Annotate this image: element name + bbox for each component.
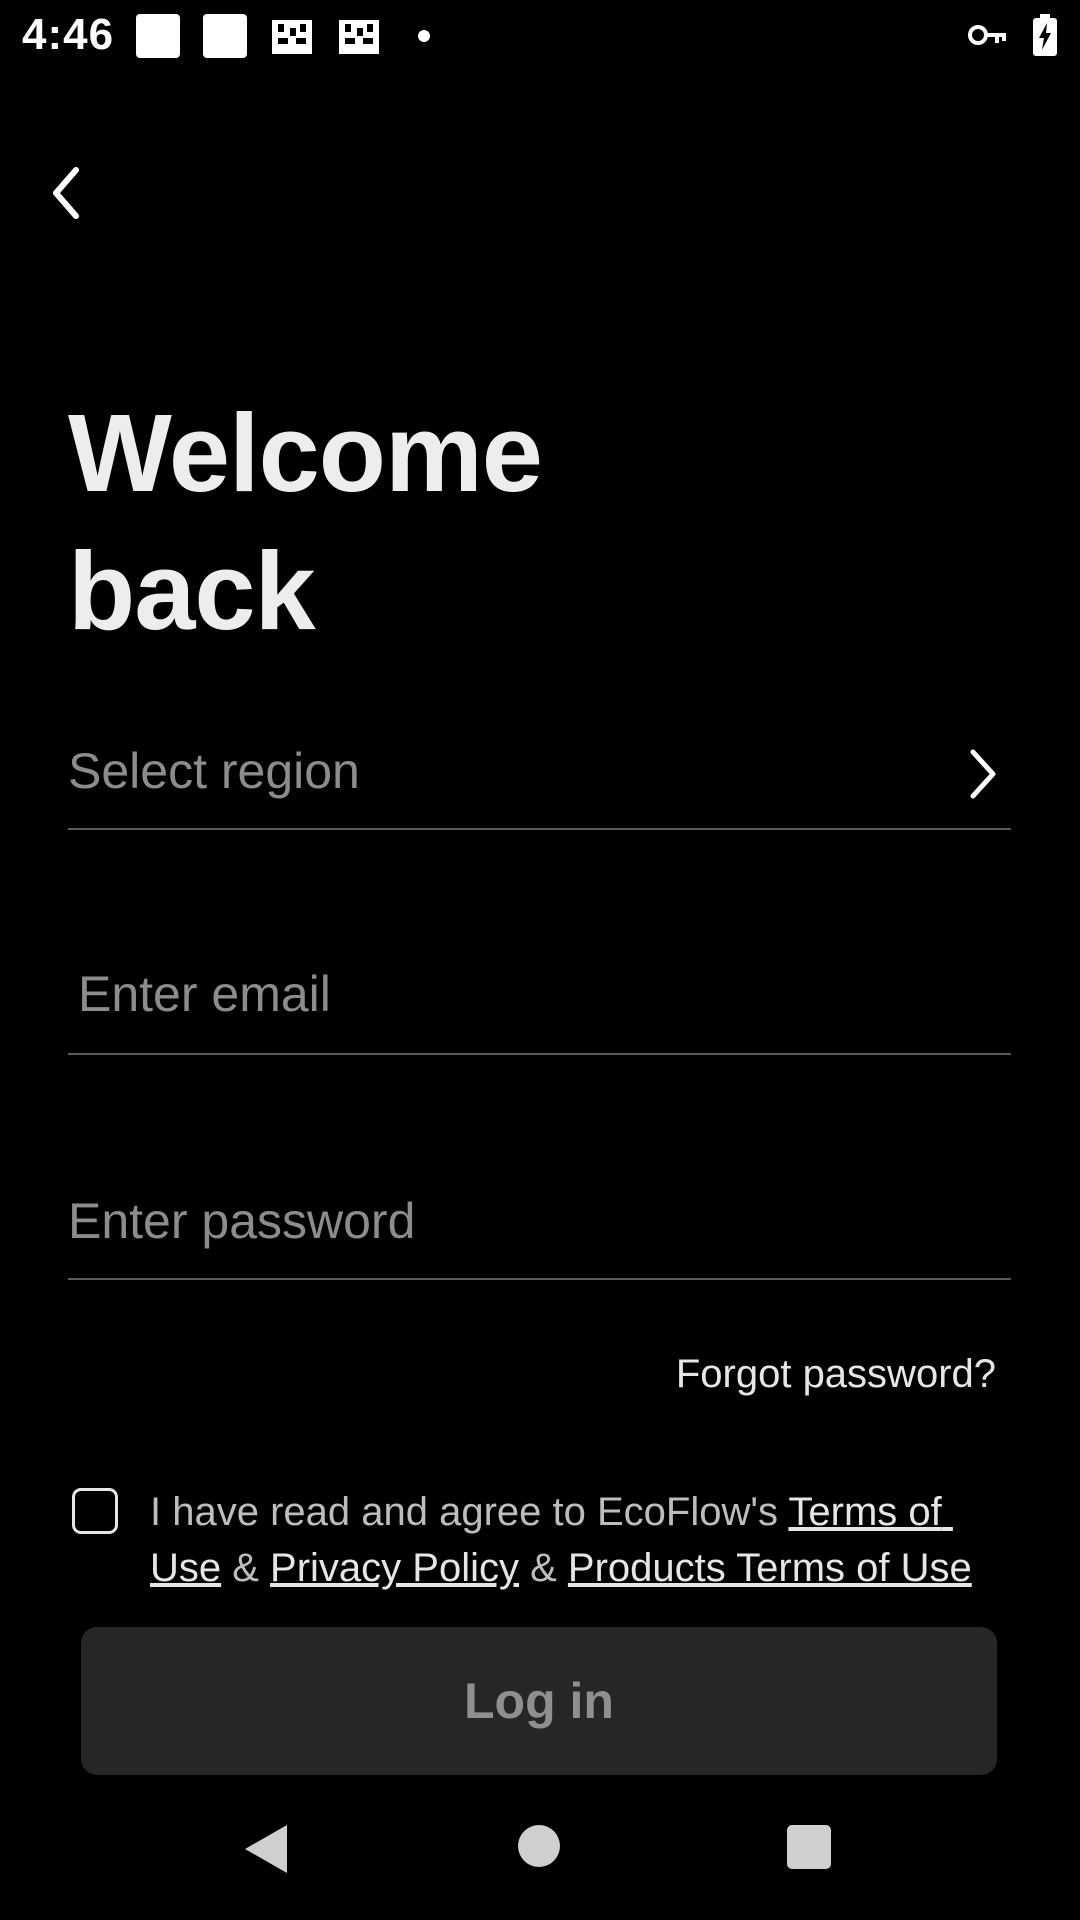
privacy-policy-link[interactable]: Privacy Policy [270, 1546, 519, 1590]
region-selector[interactable]: Select region [68, 720, 1011, 830]
status-time: 4:46 [22, 10, 115, 59]
login-button[interactable]: Log in [81, 1627, 997, 1775]
email-placeholder: Enter email [78, 966, 331, 1022]
agreement-text: I have read and agree to EcoFlow's Terms… [150, 1484, 1020, 1596]
nav-recents-icon[interactable] [787, 1825, 831, 1869]
agreement-prefix: I have read and agree to EcoFlow's [150, 1490, 789, 1534]
password-placeholder: Enter password [68, 1193, 416, 1249]
back-button[interactable] [36, 158, 96, 228]
nav-home-icon[interactable] [518, 1825, 560, 1867]
app-notification-icon [272, 20, 312, 54]
nav-back-icon[interactable] [243, 1823, 289, 1875]
region-placeholder: Select region [68, 743, 360, 799]
status-icons [968, 14, 1058, 56]
notification-icon [136, 14, 180, 58]
password-field[interactable]: Enter password [68, 1170, 1011, 1280]
agreement-separator: & [519, 1546, 568, 1590]
page-title: Welcome back [68, 385, 768, 661]
products-terms-link[interactable]: Products Terms of Use [568, 1546, 972, 1590]
more-notifications-dot-icon [418, 30, 430, 42]
page-title-line1: Welcome [68, 392, 543, 515]
chevron-left-icon [53, 167, 79, 219]
agreement-separator: & [221, 1546, 271, 1590]
battery-charging-icon [1033, 14, 1057, 56]
status-bar: 4:46 [0, 0, 1080, 72]
forgot-password-link[interactable]: Forgot password? [676, 1352, 996, 1397]
chevron-right-icon [970, 749, 996, 799]
page-title-line2: back [68, 530, 316, 653]
agree-checkbox[interactable] [72, 1488, 118, 1534]
notification-icon [203, 14, 247, 58]
email-field[interactable]: Enter email [68, 945, 1011, 1055]
login-screen: 4:46 Welcome back Select region Enter em… [0, 0, 1080, 1920]
vpn-key-icon [968, 25, 1006, 45]
system-nav-bar [0, 1785, 1080, 1920]
app-notification-icon [339, 20, 379, 54]
